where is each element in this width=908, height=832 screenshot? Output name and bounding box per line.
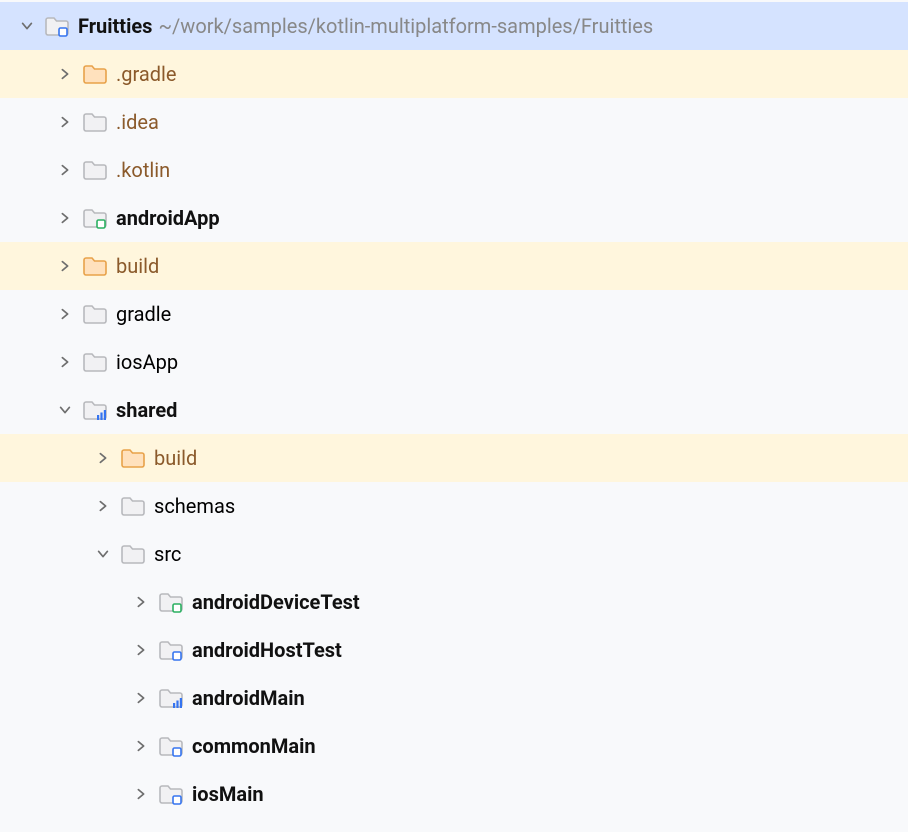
indent xyxy=(16,554,92,555)
chevron-down-icon[interactable] xyxy=(54,399,76,421)
folder-icon xyxy=(82,301,108,327)
tree-row-androidMain[interactable]: androidMain xyxy=(0,674,908,722)
tree-row-gradle-dot[interactable]: .gradle xyxy=(0,50,908,98)
indent xyxy=(16,794,130,795)
tree-row-shared[interactable]: shared xyxy=(0,386,908,434)
tree-item-label: .idea xyxy=(116,110,159,134)
folder-icon xyxy=(82,253,108,279)
tree-row-root[interactable]: Fruitties~/work/samples/kotlin-multiplat… xyxy=(0,2,908,50)
tree-item-label: schemas xyxy=(154,494,235,518)
indent xyxy=(16,362,54,363)
chevron-right-icon[interactable] xyxy=(130,687,152,709)
indent xyxy=(16,650,130,651)
folder-icon xyxy=(158,589,184,615)
tree-item-label: androidApp xyxy=(116,206,220,230)
folder-icon xyxy=(158,637,184,663)
indent xyxy=(16,506,92,507)
tree-row-androidDeviceTest[interactable]: androidDeviceTest xyxy=(0,578,908,626)
folder-icon xyxy=(82,61,108,87)
tree-row-androidHostTest[interactable]: androidHostTest xyxy=(0,626,908,674)
folder-icon xyxy=(82,205,108,231)
tree-item-label: commonMain xyxy=(192,734,316,758)
folder-icon xyxy=(44,13,70,39)
tree-item-label: androidMain xyxy=(192,686,305,710)
tree-item-label: .gradle xyxy=(116,62,177,86)
folder-icon xyxy=(158,685,184,711)
tree-item-label: Fruitties xyxy=(78,14,152,38)
indent xyxy=(16,746,130,747)
folder-icon xyxy=(82,109,108,135)
tree-item-label: .kotlin xyxy=(116,158,170,182)
indent xyxy=(16,170,54,171)
chevron-right-icon[interactable] xyxy=(54,303,76,325)
tree-row-androidApp[interactable]: androidApp xyxy=(0,194,908,242)
chevron-right-icon[interactable] xyxy=(54,63,76,85)
tree-row-src[interactable]: src xyxy=(0,530,908,578)
indent xyxy=(16,410,54,411)
tree-item-label: shared xyxy=(116,398,177,422)
indent xyxy=(16,122,54,123)
indent xyxy=(16,602,130,603)
indent xyxy=(16,218,54,219)
folder-icon xyxy=(82,157,108,183)
chevron-down-icon[interactable] xyxy=(16,15,38,37)
project-path: ~/work/samples/kotlin-multiplatform-samp… xyxy=(158,14,653,38)
indent xyxy=(16,698,130,699)
tree-item-label: build xyxy=(154,446,197,470)
tree-item-label: androidDeviceTest xyxy=(192,590,360,614)
folder-icon xyxy=(82,349,108,375)
chevron-right-icon[interactable] xyxy=(54,159,76,181)
chevron-down-icon[interactable] xyxy=(92,543,114,565)
chevron-right-icon[interactable] xyxy=(54,255,76,277)
tree-item-label: build xyxy=(116,254,159,278)
indent xyxy=(16,458,92,459)
indent xyxy=(16,266,54,267)
indent xyxy=(16,314,54,315)
tree-row-iosMain[interactable]: iosMain xyxy=(0,770,908,818)
tree-row-kotlin[interactable]: .kotlin xyxy=(0,146,908,194)
folder-icon xyxy=(120,541,146,567)
chevron-right-icon[interactable] xyxy=(130,783,152,805)
folder-icon xyxy=(120,493,146,519)
tree-item-label: gradle xyxy=(116,302,171,326)
chevron-right-icon[interactable] xyxy=(130,735,152,757)
chevron-right-icon[interactable] xyxy=(54,351,76,373)
folder-icon xyxy=(82,397,108,423)
tree-row-iosApp[interactable]: iosApp xyxy=(0,338,908,386)
chevron-right-icon[interactable] xyxy=(92,447,114,469)
tree-item-label: src xyxy=(154,542,181,566)
folder-icon xyxy=(158,781,184,807)
tree-row-idea[interactable]: .idea xyxy=(0,98,908,146)
tree-item-label: iosApp xyxy=(116,350,178,374)
chevron-right-icon[interactable] xyxy=(92,495,114,517)
chevron-right-icon[interactable] xyxy=(54,207,76,229)
tree-row-build[interactable]: build xyxy=(0,242,908,290)
tree-item-label: androidHostTest xyxy=(192,638,342,662)
tree-row-shared-build[interactable]: build xyxy=(0,434,908,482)
indent xyxy=(16,74,54,75)
tree-item-label: iosMain xyxy=(192,782,264,806)
chevron-right-icon[interactable] xyxy=(130,591,152,613)
chevron-right-icon[interactable] xyxy=(130,639,152,661)
tree-row-gradle[interactable]: gradle xyxy=(0,290,908,338)
chevron-right-icon[interactable] xyxy=(54,111,76,133)
folder-icon xyxy=(158,733,184,759)
tree-row-schemas[interactable]: schemas xyxy=(0,482,908,530)
project-tree: Fruitties~/work/samples/kotlin-multiplat… xyxy=(0,0,908,818)
tree-row-commonMain[interactable]: commonMain xyxy=(0,722,908,770)
folder-icon xyxy=(120,445,146,471)
